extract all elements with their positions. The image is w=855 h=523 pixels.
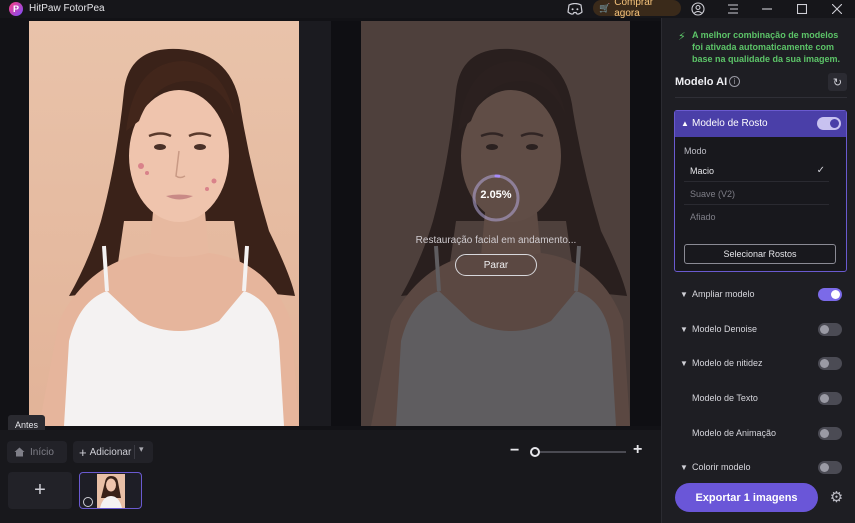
model-label: Modelo de Texto <box>692 393 758 403</box>
auto-model-notice: ⚡ A melhor combinação de modelos foi ati… <box>678 29 848 65</box>
close-icon[interactable] <box>829 1 845 17</box>
export-button[interactable]: Exportar 1 imagens <box>675 483 818 512</box>
menu-icon[interactable] <box>725 1 741 17</box>
model-ai-title: Modelo AI <box>675 76 728 88</box>
preview-gap <box>630 21 661 426</box>
info-icon[interactable]: i <box>729 76 740 87</box>
app-logo-icon: P <box>9 2 23 16</box>
chevron-down-icon[interactable]: ▾ <box>139 444 144 455</box>
notice-text: A melhor combinação de modelos foi ativa… <box>692 30 841 64</box>
expand-triangle-icon[interactable]: ▼ <box>680 290 688 299</box>
add-button[interactable]: + Adicionar ▾ <box>73 441 153 463</box>
model-label: Modelo de nitidez <box>692 358 763 368</box>
home-button[interactable]: Início <box>7 441 67 463</box>
before-image[interactable] <box>29 21 299 426</box>
animacao-toggle[interactable] <box>818 427 842 440</box>
preview-gap <box>331 21 361 426</box>
colorir-toggle[interactable] <box>818 461 842 474</box>
model-row-colorir[interactable]: ▼ Colorir modelo <box>675 457 847 479</box>
texto-toggle[interactable] <box>818 392 842 405</box>
add-label: Adicionar <box>89 446 132 458</box>
mode-label: Modo <box>684 146 707 156</box>
cart-icon: 🛒 <box>599 2 611 13</box>
mode-option-macio[interactable]: Macio ✓ <box>684 160 829 182</box>
model-row-nitidez[interactable]: ▼ Modelo de nitidez <box>675 353 847 375</box>
mode-option-afiado[interactable]: Afiado <box>684 206 829 228</box>
expand-triangle-icon[interactable]: ▼ <box>680 325 688 334</box>
collapse-triangle-icon[interactable]: ▲ <box>681 119 689 128</box>
zoom-slider[interactable] <box>531 451 626 453</box>
zoom-out-icon[interactable]: − <box>510 443 519 459</box>
home-label: Início <box>30 446 54 458</box>
model-label: Modelo de Animação <box>692 428 777 438</box>
title-bar: P HitPaw FotorPea 🛒 Comprar agora <box>0 0 855 19</box>
bottom-bar: Início + Adicionar ▾ − + + <box>0 430 661 523</box>
model-label: Modelo Denoise <box>692 324 758 334</box>
face-model-toggle[interactable] <box>817 117 841 130</box>
right-sidebar: ⚡ A melhor combinação de modelos foi ati… <box>661 18 855 523</box>
maximize-icon[interactable] <box>794 1 810 17</box>
preview-gap <box>299 21 331 426</box>
model-label: Colorir modelo <box>692 462 751 472</box>
mode-option-label: Macio <box>690 165 715 176</box>
mode-option-suave[interactable]: Suave (V2) <box>684 183 829 205</box>
discord-icon[interactable] <box>567 3 583 15</box>
pending-clock-icon <box>83 497 93 507</box>
image-thumbnail[interactable] <box>79 472 142 509</box>
face-model-label: Modelo de Rosto <box>692 118 768 129</box>
select-faces-button[interactable]: Selecionar Rostos <box>684 244 836 264</box>
denoise-toggle[interactable] <box>818 323 842 336</box>
add-image-tile[interactable]: + <box>8 472 72 509</box>
model-row-animacao[interactable]: Modelo de Animação <box>675 423 847 445</box>
expand-triangle-icon[interactable]: ▼ <box>680 359 688 368</box>
zoom-slider-handle[interactable] <box>530 447 540 457</box>
model-label: Ampliar modelo <box>692 289 755 299</box>
mode-option-label: Suave (V2) <box>690 188 736 199</box>
portrait-illustration <box>29 21 299 426</box>
refresh-icon[interactable]: ↻ <box>828 73 847 91</box>
processing-status: Restauração facial em andamento... <box>415 235 577 246</box>
buy-now-label: Comprar agora <box>614 0 654 19</box>
minimize-icon[interactable] <box>759 1 775 17</box>
after-image[interactable]: 2.05% Restauração facial em andamento...… <box>361 21 630 426</box>
thumbnail-preview <box>97 474 125 508</box>
nitidez-toggle[interactable] <box>818 357 842 370</box>
preview-area: 2.05% Restauração facial em andamento...… <box>0 18 661 434</box>
processing-overlay <box>361 21 630 426</box>
check-icon: ✓ <box>816 165 825 176</box>
add-separator <box>134 445 135 459</box>
app-title: HitPaw FotorPea <box>29 3 105 14</box>
plus-icon: + <box>79 444 87 460</box>
ampliar-toggle[interactable] <box>818 288 842 301</box>
lightning-icon: ⚡ <box>678 31 686 43</box>
progress-percentage: 2.05% <box>480 189 512 201</box>
gear-icon[interactable]: ⚙ <box>828 488 845 506</box>
stop-button[interactable]: Parar <box>455 254 537 276</box>
home-icon <box>14 447 25 457</box>
model-row-ampliar[interactable]: ▼ Ampliar modelo <box>675 284 847 306</box>
zoom-in-icon[interactable]: + <box>633 442 642 458</box>
sidebar-divider <box>675 97 847 98</box>
buy-now-button[interactable]: 🛒 Comprar agora <box>593 0 681 19</box>
mode-option-label: Afiado <box>690 212 716 222</box>
model-row-texto[interactable]: Modelo de Texto <box>675 388 847 410</box>
account-icon[interactable] <box>690 1 706 17</box>
expand-triangle-icon[interactable]: ▼ <box>680 463 688 472</box>
model-row-denoise[interactable]: ▼ Modelo Denoise <box>675 319 847 341</box>
face-model-header[interactable]: ▲ Modelo de Rosto <box>675 111 846 137</box>
